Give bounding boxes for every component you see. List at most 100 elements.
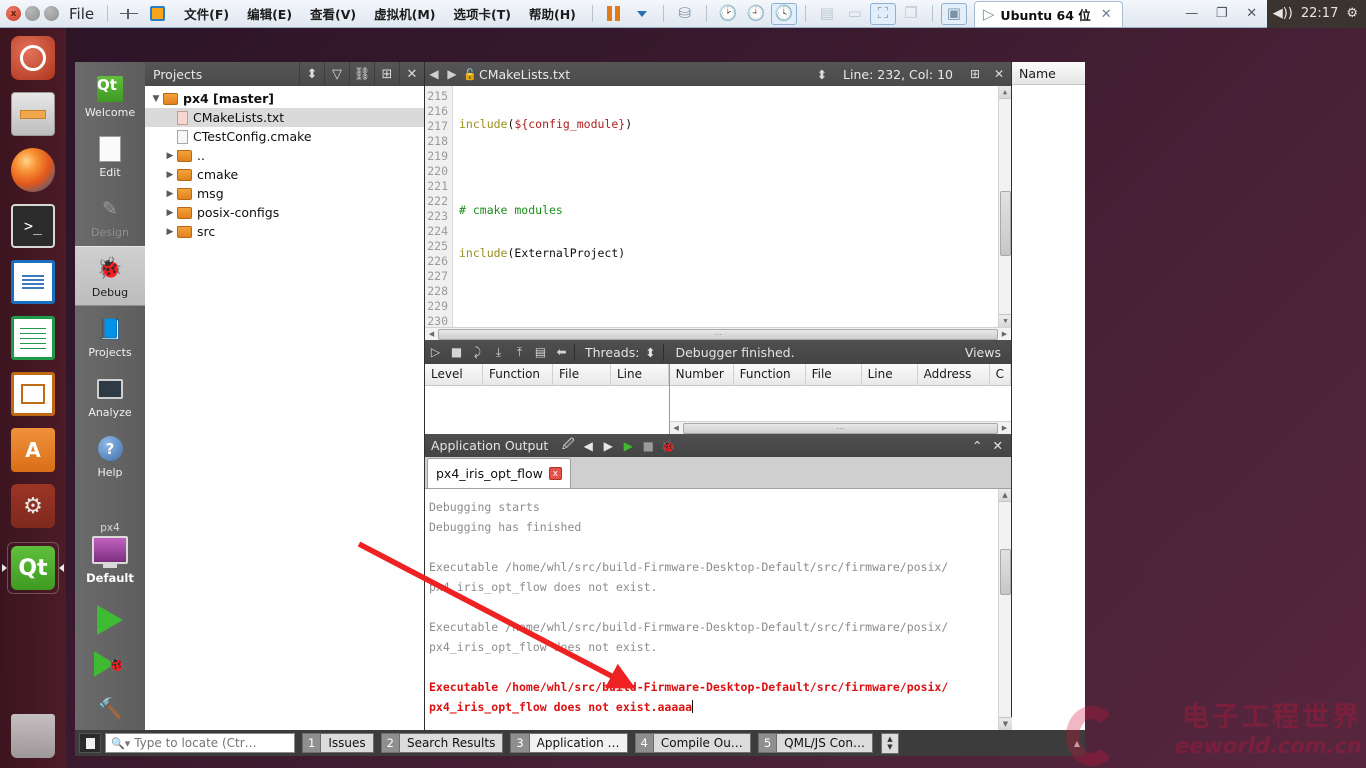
column-header[interactable]: File xyxy=(553,364,611,385)
power-dropdown-icon[interactable] xyxy=(629,3,655,25)
launcher-item-libreoffice-impress[interactable] xyxy=(7,368,59,420)
scrollbar-thumb[interactable] xyxy=(1000,549,1011,595)
search-input[interactable] xyxy=(134,736,285,750)
gear-icon[interactable]: ⚙ xyxy=(1346,6,1358,21)
menu-vm[interactable]: 虚拟机(M) xyxy=(365,1,444,26)
output-button-qml-js-console[interactable]: 5 QML/JS Con… xyxy=(757,733,873,754)
volume-icon[interactable]: ◀)) xyxy=(1273,6,1293,21)
window-maximize-button[interactable] xyxy=(44,6,59,21)
tree-row-src[interactable]: ▶ src xyxy=(145,222,424,241)
show-sidebar-icon[interactable]: ▤ xyxy=(814,3,840,25)
breakpoints-view[interactable]: Number Function File Line Address C ◀ ⋯ … xyxy=(669,364,1011,434)
scroll-left-icon[interactable]: ◀ xyxy=(670,424,683,432)
locator-field[interactable]: 🔍▾ xyxy=(105,733,295,753)
expand-arrow-icon[interactable]: ▼ xyxy=(149,94,163,104)
output-button-issues[interactable]: 1 Issues xyxy=(302,733,374,754)
lock-icon[interactable]: 🔓 xyxy=(461,68,479,81)
column-header[interactable]: Function xyxy=(483,364,553,385)
tree-row-ctestconfig[interactable]: CTestConfig.cmake xyxy=(145,127,424,146)
launcher-item-libreoffice-writer[interactable] xyxy=(7,256,59,308)
column-header[interactable]: Line xyxy=(611,364,669,385)
continue-icon[interactable]: ▷ xyxy=(425,345,446,359)
expand-arrow-icon[interactable]: ▶ xyxy=(163,151,177,161)
launcher-item-qtcreator[interactable]: Qt xyxy=(2,542,64,594)
scroll-up-icon[interactable]: ▲ xyxy=(999,86,1011,99)
restore-button[interactable]: ❐ xyxy=(1207,0,1237,28)
unity-mode-icon[interactable]: ❐ xyxy=(898,3,924,25)
breakpoints-horizontal-scrollbar[interactable]: ◀ ⋯ ▶ xyxy=(669,421,1011,434)
instruction-step-icon[interactable]: ▤ xyxy=(530,345,551,359)
scrollbar-thumb[interactable]: ⋯ xyxy=(682,422,998,434)
manage-snapshot-icon[interactable]: ⛁ xyxy=(672,3,698,25)
pause-icon[interactable] xyxy=(601,3,627,25)
mode-help[interactable]: ? Help xyxy=(75,426,145,486)
expand-arrow-icon[interactable]: ▶ xyxy=(163,227,177,237)
launcher-item-ubuntu-dash[interactable] xyxy=(7,32,59,84)
locals-rows[interactable] xyxy=(1012,85,1085,730)
vm-library-icon[interactable] xyxy=(144,3,170,25)
tree-row-msg[interactable]: ▶ msg xyxy=(145,184,424,203)
expand-arrow-icon[interactable]: ▶ xyxy=(163,208,177,218)
mode-debug[interactable]: 🐞 Debug xyxy=(75,246,145,306)
scrollbar-thumb[interactable] xyxy=(1000,191,1011,256)
editor-filename[interactable]: CMakeLists.txt xyxy=(479,67,811,82)
expand-arrow-icon[interactable]: ▶ xyxy=(163,170,177,180)
stack-view[interactable]: Level Function File Line xyxy=(425,364,670,434)
launcher-item-ubuntu-software[interactable]: A xyxy=(7,424,59,476)
column-header[interactable]: Address xyxy=(918,364,990,385)
split-icon[interactable]: ⊞ xyxy=(963,67,987,81)
code-editor[interactable]: 215 216 217 218 219 220 221 222 223 224 … xyxy=(425,86,1011,327)
rerun-icon[interactable]: ▶ xyxy=(618,439,638,453)
name-column-header[interactable]: Name xyxy=(1012,62,1085,85)
scroll-left-icon[interactable]: ◀ xyxy=(425,330,438,338)
column-header[interactable]: Number xyxy=(670,364,734,385)
tree-row-posix-configs[interactable]: ▶ posix-configs xyxy=(145,203,424,222)
launcher-item-terminal[interactable]: >_ xyxy=(7,200,59,252)
tree-row-cmakelists[interactable]: CMakeLists.txt xyxy=(145,108,424,127)
vm-tab-ubuntu[interactable]: ▷ Ubuntu 64 位 ✕ xyxy=(973,1,1123,27)
close-icon[interactable]: x xyxy=(548,467,562,480)
views-button[interactable]: Views xyxy=(965,345,1011,360)
menu-view[interactable]: 查看(V) xyxy=(301,1,365,26)
output-vertical-scrollbar[interactable]: ▲ ▼ xyxy=(998,489,1012,730)
tree-row-project[interactable]: ▼ px4 [master] xyxy=(145,89,424,108)
tree-row-cmake[interactable]: ▶ cmake xyxy=(145,165,424,184)
menu-edit[interactable]: 编辑(E) xyxy=(238,1,301,26)
launcher-item-files[interactable] xyxy=(7,88,59,140)
filter-icon[interactable]: ▽ xyxy=(324,62,349,86)
prev-item-icon[interactable]: ◀ xyxy=(578,439,598,453)
launcher-item-libreoffice-calc[interactable] xyxy=(7,312,59,364)
mode-projects[interactable]: 📘 Projects xyxy=(75,306,145,366)
scroll-up-icon[interactable]: ▲ xyxy=(999,489,1011,502)
collapse-icon[interactable]: ⌃ xyxy=(972,438,992,453)
column-header[interactable]: C xyxy=(990,364,1011,385)
attach-debugger-icon[interactable]: 🐞 xyxy=(658,439,678,453)
code-text[interactable]: include(${config_module}) # cmake module… xyxy=(453,86,998,327)
column-header[interactable]: Level xyxy=(425,364,483,385)
take-snapshot-icon[interactable]: 🕑 xyxy=(715,3,741,25)
column-header[interactable]: Function xyxy=(734,364,806,385)
unpin-icon[interactable] xyxy=(116,3,142,25)
filter-output-icon[interactable]: 🖉 xyxy=(558,435,578,456)
menu-tabs[interactable]: 选项卡(T) xyxy=(445,1,520,26)
step-into-icon[interactable]: ⤓ xyxy=(488,345,509,360)
scroll-down-icon[interactable]: ▼ xyxy=(999,314,1011,327)
toggle-sidebar-button[interactable] xyxy=(79,733,101,753)
launcher-item-firefox[interactable] xyxy=(7,144,59,196)
minimize-button[interactable]: — xyxy=(1177,0,1207,28)
stop-icon[interactable]: ■ xyxy=(446,345,467,359)
scroll-right-icon[interactable]: ▶ xyxy=(998,424,1011,432)
go-forward-icon[interactable]: ▶ xyxy=(443,67,461,81)
editor-vertical-scrollbar[interactable]: ▲ ▼ xyxy=(998,86,1011,327)
show-thumbnail-icon[interactable]: ▭ xyxy=(842,3,868,25)
mode-welcome[interactable]: Qt Welcome xyxy=(75,66,145,126)
menu-file[interactable]: 文件(F) xyxy=(175,1,238,26)
link-editor-icon[interactable]: ⛓ xyxy=(349,62,374,86)
clock-label[interactable]: 22:17 xyxy=(1301,6,1338,21)
expand-arrow-icon[interactable]: ▶ xyxy=(163,189,177,199)
go-back-icon[interactable]: ◀ xyxy=(425,67,443,81)
stop-icon[interactable]: ■ xyxy=(638,439,658,453)
sync-dropdown-icon[interactable]: ⬍ xyxy=(299,62,324,86)
next-item-icon[interactable]: ▶ xyxy=(598,439,618,453)
application-output-text[interactable]: Debugging starts Debugging has finished … xyxy=(425,489,998,730)
